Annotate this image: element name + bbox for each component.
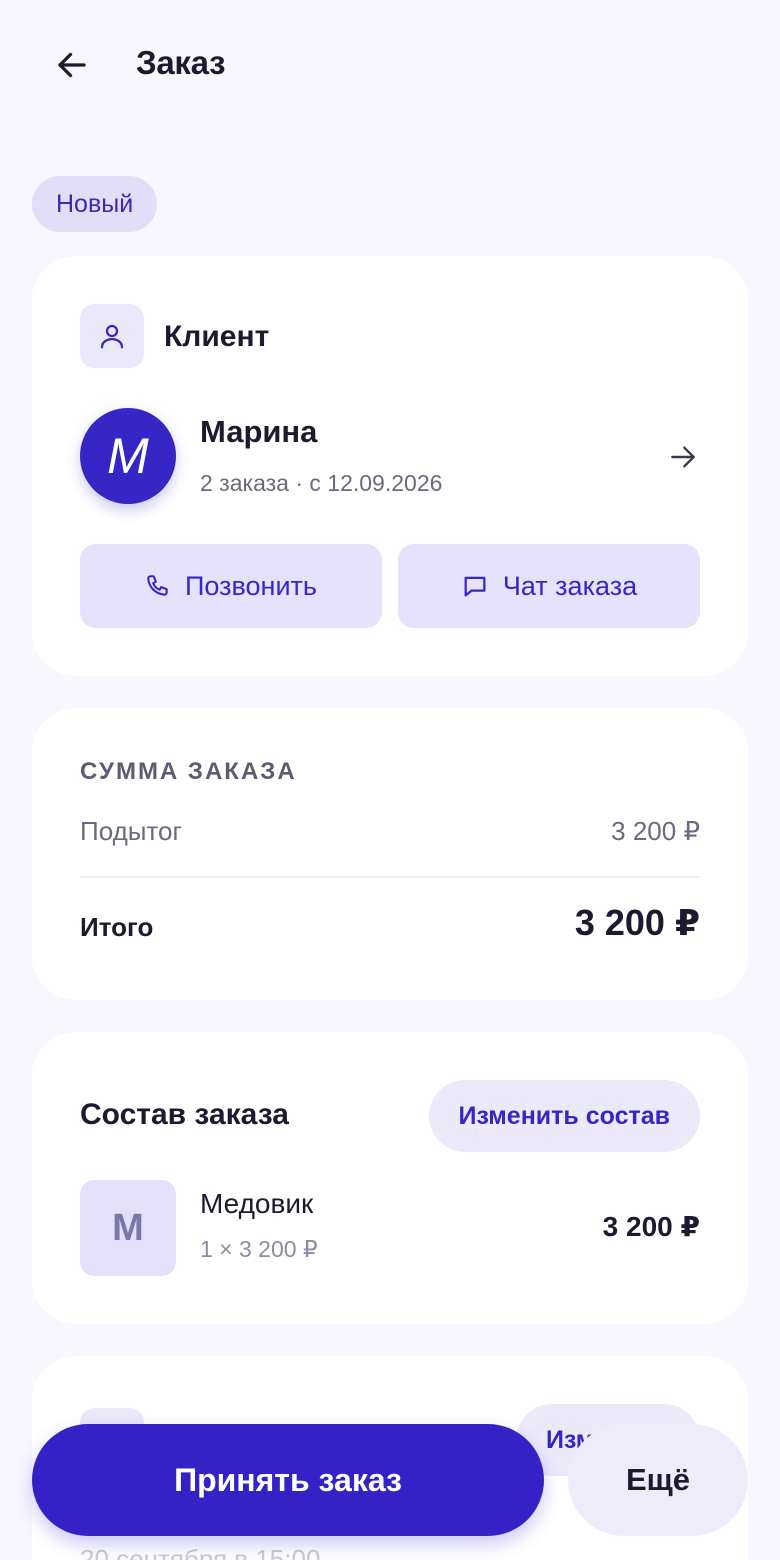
sum-heading: СУММА ЗАКАЗА (80, 758, 297, 785)
client-name: Марина (200, 414, 318, 449)
total-label: Итого (80, 912, 154, 942)
product-name: Медовик (200, 1188, 314, 1219)
product-thumbnail: М (80, 1180, 176, 1276)
items-section-title: Состав заказа (80, 1098, 289, 1131)
order-items-card: Состав заказа Изменить состав М Медовик … (32, 1032, 748, 1324)
client-meta: 2 заказа · с 12.09.2026 (200, 470, 443, 496)
order-sum-card: СУММА ЗАКАЗА Подытог 3 200 ₽ Итого 3 200… (32, 708, 748, 1000)
chat-icon (464, 576, 486, 597)
order-chat-button-label: Чат заказа (502, 570, 638, 601)
order-chat-button[interactable]: Чат заказа (398, 544, 700, 628)
client-card: Клиент М Марина 2 заказа · с 12.09.2026 … (32, 256, 748, 676)
open-client-button[interactable] (662, 436, 704, 478)
bottom-action-bar: Принять заказ Ещё (0, 1412, 780, 1560)
call-button[interactable]: Позвонить (80, 544, 382, 628)
avatar: М (80, 408, 176, 504)
page-title: Заказ (136, 44, 226, 81)
client-icon-tile (80, 304, 144, 368)
arrow-left-icon (58, 52, 86, 78)
subtotal-value: 3 200 ₽ (611, 816, 700, 846)
edit-items-button[interactable]: Изменить состав (428, 1080, 700, 1152)
more-button[interactable]: Ещё (568, 1424, 748, 1536)
back-button[interactable] (44, 40, 100, 90)
arrow-right-icon (671, 446, 695, 468)
call-button-label: Позвонить (185, 570, 317, 601)
subtotal-label: Подытог (80, 816, 182, 846)
status-badge: Новый (32, 176, 158, 232)
product-quantity: 1 × 3 200 ₽ (200, 1236, 318, 1262)
total-value: 3 200 ₽ (574, 902, 700, 943)
phone-icon (147, 575, 168, 596)
accept-order-button[interactable]: Принять заказ (32, 1424, 544, 1536)
product-price: 3 200 ₽ (602, 1211, 700, 1242)
divider (80, 876, 700, 878)
app-header: Заказ (0, 0, 780, 130)
client-section-title: Клиент (164, 320, 270, 353)
user-icon (100, 324, 124, 349)
